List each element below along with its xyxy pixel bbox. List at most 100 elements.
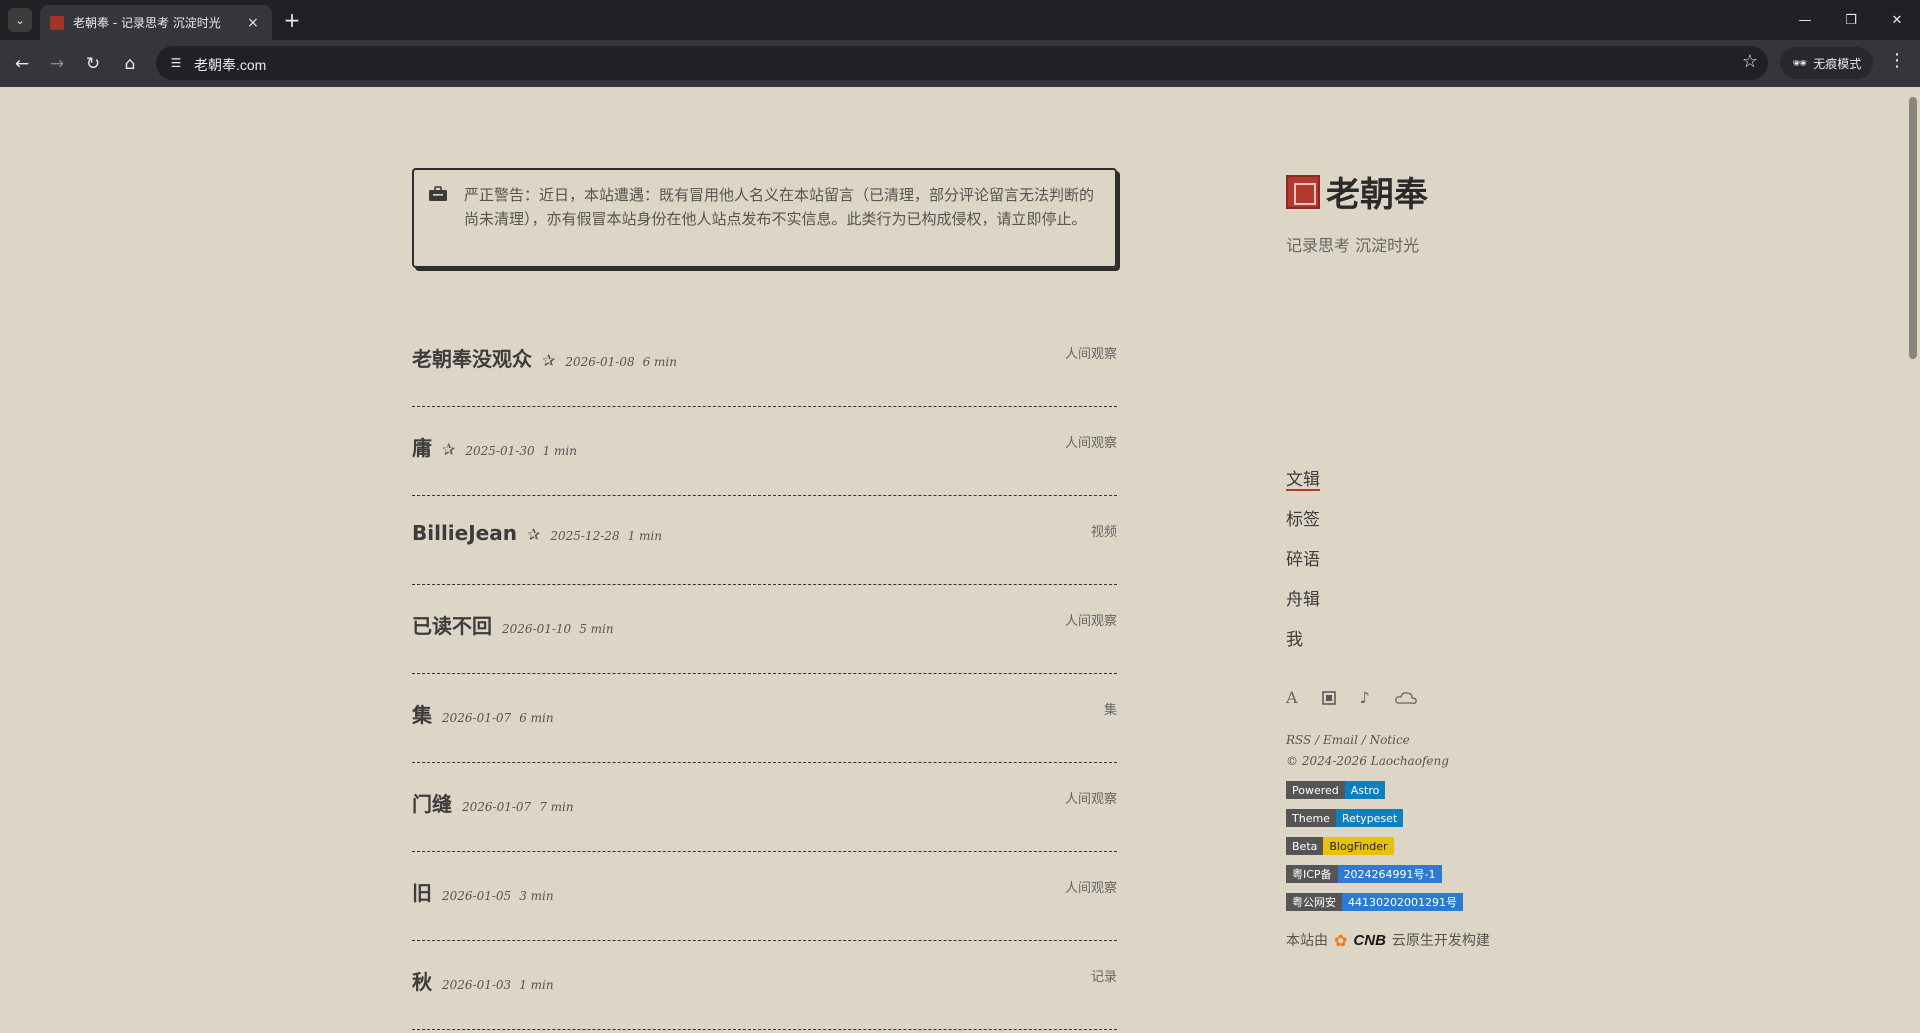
font-toggle-icon[interactable]: A (1286, 688, 1298, 707)
nav-item-about[interactable]: 我 (1286, 630, 1320, 670)
site-tagline: 记录思考 沉淀时光 (1286, 236, 1420, 255)
post-category[interactable]: 人间观察 (1065, 610, 1117, 629)
post-read-time: 1 min (519, 978, 554, 992)
badge-police[interactable]: 粤公网安 44130202001291号 (1286, 893, 1463, 911)
post-item[interactable]: 集 2026-01-07 6 min 集 (412, 675, 1117, 763)
nav-item-wenji[interactable]: 文辑 (1286, 470, 1320, 510)
post-item[interactable]: 庸 ✰ 2025-01-30 1 min 人间观察 (412, 408, 1117, 496)
cnb-logo-icon: ✿ (1334, 930, 1348, 950)
restore-button[interactable]: ❐ (1828, 0, 1874, 40)
post-item[interactable]: 旧 2026-01-05 3 min 人间观察 (412, 853, 1117, 941)
post-read-time: 5 min (579, 622, 614, 636)
built-suffix: 云原生开发构建 (1391, 933, 1490, 949)
new-tab-button[interactable]: + (280, 9, 304, 33)
post-category[interactable]: 人间观察 (1065, 788, 1117, 807)
post-category[interactable]: 集 (1104, 699, 1117, 718)
active-tab[interactable]: 老朝奉 - 记录思考 沉淀时光 × (40, 5, 272, 40)
footer-links[interactable]: RSS / Email / Notice (1286, 733, 1410, 747)
seal-logo-icon (1286, 174, 1320, 209)
tab-title: 老朝奉 - 记录思考 沉淀时光 (73, 16, 221, 30)
post-item[interactable]: 秋 2026-01-03 1 min 记录 (412, 942, 1117, 1030)
badge-theme[interactable]: Theme Retypeset (1286, 809, 1404, 827)
pin-icon: ✰ (526, 525, 541, 544)
post-head: 庸 ✰ 2025-01-30 1 min (412, 432, 577, 461)
post-date: 2025-12-28 (550, 529, 620, 543)
post-item[interactable]: 老朝奉没观众 ✰ 2026-01-08 6 min 人间观察 (412, 319, 1117, 407)
browser-menu-button[interactable]: ⋮ (1888, 52, 1906, 70)
post-title[interactable]: 庸 (412, 432, 432, 461)
pin-icon: ✰ (442, 440, 456, 459)
post-category[interactable]: 人间观察 (1065, 343, 1117, 362)
page-scrollbar[interactable] (1905, 87, 1920, 1033)
post-date: 2026-01-07 (442, 711, 512, 725)
post-head: 秋 2026-01-03 1 min (412, 966, 554, 995)
post-head: BillieJean ✰ 2025-12-28 1 min (412, 521, 662, 545)
post-item[interactable]: 门缝 2026-01-07 7 min 人间观察 (412, 764, 1117, 852)
site-title[interactable]: 老朝奉 (1326, 167, 1428, 216)
post-date: 2025-01-30 (465, 444, 535, 458)
notice-board-icon (429, 186, 447, 201)
theme-toggle-icon[interactable] (1321, 690, 1336, 705)
page-content: 严正警告：近日，本站遭遇：既有冒用他人名义在本站留言（已清理，部分评论留言无法判… (0, 87, 1920, 1033)
badge-beta[interactable]: Beta BlogFinder (1286, 837, 1394, 855)
tab-search-button[interactable]: ⌄ (8, 8, 32, 32)
pin-icon: ✰ (542, 351, 556, 370)
site-brand[interactable]: 老朝奉 (1286, 167, 1428, 216)
post-head: 门缝 2026-01-07 7 min (412, 788, 574, 817)
close-window-button[interactable]: ✕ (1874, 0, 1920, 40)
post-read-time: 7 min (539, 800, 574, 814)
post-category[interactable]: 记录 (1091, 966, 1117, 985)
scrollbar-thumb[interactable] (1909, 97, 1917, 359)
badge-powered[interactable]: Powered Astro (1286, 781, 1386, 799)
incognito-label: 无痕模式 (1813, 56, 1862, 71)
post-head: 已读不回 2026-01-10 5 min (412, 610, 614, 639)
post-title[interactable]: 秋 (412, 966, 432, 995)
nav-item-zhouji[interactable]: 舟辑 (1286, 590, 1320, 630)
post-title[interactable]: BillieJean (412, 521, 517, 545)
post-title[interactable]: 集 (412, 699, 432, 728)
badge-icp[interactable]: 粤ICP备 2024264991号-1 (1286, 865, 1442, 883)
music-note-icon[interactable]: ♪ (1360, 688, 1370, 707)
incognito-icon: 🕶 (1792, 56, 1808, 70)
post-category[interactable]: 人间观察 (1065, 877, 1117, 896)
post-read-time: 6 min (519, 711, 554, 725)
back-button[interactable]: ← (8, 50, 36, 78)
built-with-line: 本站由 ✿ CNB 云原生开发构建 (1286, 930, 1490, 950)
url-text[interactable]: 老朝奉.com (194, 55, 266, 75)
post-title[interactable]: 旧 (412, 877, 432, 906)
cnb-link[interactable]: CNB (1353, 932, 1386, 949)
nav-item-tags[interactable]: 标签 (1286, 510, 1320, 550)
post-title[interactable]: 老朝奉没观众 (412, 343, 532, 372)
post-read-time: 1 min (542, 444, 577, 458)
forward-button[interactable]: → (43, 50, 71, 78)
post-read-time: 3 min (519, 889, 554, 903)
post-head: 老朝奉没观众 ✰ 2026-01-08 6 min (412, 343, 677, 372)
copyright: © 2024-2026 Laochaofeng (1286, 754, 1449, 768)
nav-item-suiyu[interactable]: 碎语 (1286, 550, 1320, 590)
site-favicon-icon (50, 15, 64, 30)
notice-text: 严正警告：近日，本站遭遇：既有冒用他人名义在本站留言（已清理，部分评论留言无法判… (464, 186, 1095, 228)
post-item[interactable]: 已读不回 2026-01-10 5 min 人间观察 (412, 586, 1117, 674)
bookmark-star-icon[interactable]: ☆ (1742, 51, 1758, 72)
post-date: 2026-01-08 (565, 355, 635, 369)
post-read-time: 6 min (642, 355, 677, 369)
post-title[interactable]: 门缝 (412, 788, 452, 817)
built-prefix: 本站由 (1286, 933, 1328, 949)
minimize-button[interactable]: — (1782, 0, 1828, 40)
post-category[interactable]: 人间观察 (1065, 432, 1117, 451)
post-read-time: 1 min (627, 529, 662, 543)
close-tab-icon[interactable]: × (244, 15, 262, 31)
address-bar[interactable]: ☰ 老朝奉.com ☆ (156, 46, 1768, 80)
post-item[interactable]: BillieJean ✰ 2025-12-28 1 min 视频 (412, 497, 1117, 585)
sidebar-nav: 文辑 标签 碎语 舟辑 我 (1286, 470, 1320, 670)
cloud-icon[interactable] (1394, 690, 1418, 706)
post-date: 2026-01-07 (462, 800, 532, 814)
site-info-icon[interactable]: ☰ (164, 51, 188, 75)
reload-button[interactable]: ↻ (79, 50, 107, 78)
post-title[interactable]: 已读不回 (412, 610, 492, 639)
post-category[interactable]: 视频 (1091, 521, 1117, 540)
incognito-indicator[interactable]: 🕶 无痕模式 (1780, 47, 1874, 79)
browser-tab-strip: ⌄ 老朝奉 - 记录思考 沉淀时光 × + — ❐ ✕ (0, 0, 1920, 40)
post-head: 旧 2026-01-05 3 min (412, 877, 554, 906)
home-button[interactable]: ⌂ (116, 50, 144, 78)
